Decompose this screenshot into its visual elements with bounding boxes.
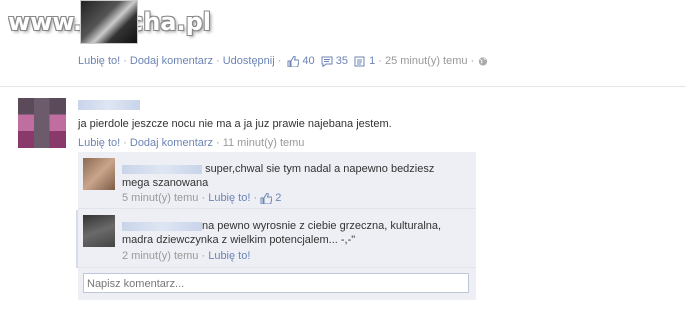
comment-bubble-icon <box>321 56 333 67</box>
post-timestamp[interactable]: 11 minut(y) temu <box>223 137 305 149</box>
comment-like-link[interactable]: Lubię to! <box>208 192 250 204</box>
comment-meta: 2 minut(y) temu · Lubię to! <box>122 250 251 262</box>
commenter-avatar[interactable] <box>83 215 115 247</box>
comment-input-box: Napisz komentarz... <box>78 267 476 300</box>
comment-time[interactable]: 5 minut(y) temu <box>122 192 198 204</box>
commenter-avatar[interactable] <box>83 158 115 190</box>
post-like-link[interactable]: Lubię to! <box>78 137 120 149</box>
comment-likes-count[interactable]: 2 <box>275 192 281 204</box>
globe-icon <box>479 56 488 66</box>
post-comment-link[interactable]: Dodaj komentarz <box>130 137 213 149</box>
comment-item: super,chwal sie tym nadal a napewno bedz… <box>78 152 476 209</box>
shared-photo[interactable] <box>80 0 138 44</box>
thumbs-up-icon <box>287 55 300 67</box>
comment-like-link[interactable]: Lubię to! <box>208 250 250 262</box>
author-name-blurred[interactable] <box>78 100 140 110</box>
add-comment-link[interactable]: Dodaj komentarz <box>130 55 213 67</box>
top-post-actions: Lubię to! · Dodaj komentarz · Udostępnij · 40… <box>78 55 492 67</box>
comments-count[interactable]: 35 <box>336 55 348 67</box>
share-link[interactable]: Udostępnij <box>223 55 275 67</box>
commenter-name-blurred[interactable] <box>122 164 202 174</box>
share-icon <box>354 56 365 67</box>
author-avatar[interactable] <box>18 98 66 148</box>
comment-item: na pewno wyrosnie z ciebie grzeczna, kul… <box>78 209 476 267</box>
likes-count[interactable]: 40 <box>302 55 314 67</box>
divider <box>0 86 686 87</box>
post-actions: Lubię to! · Dodaj komentarz · 11 minut(y) te… <box>78 137 305 149</box>
commenter-name-blurred[interactable] <box>122 221 202 231</box>
comment-meta: 5 minut(y) temu · Lubię to! · 2 <box>122 192 282 204</box>
like-link[interactable]: Lubię to! <box>78 55 120 67</box>
post-time[interactable]: 25 minut(y) temu <box>385 55 468 67</box>
comment-input[interactable]: Napisz komentarz... <box>83 273 469 293</box>
thumbs-up-icon <box>260 192 273 204</box>
shares-count[interactable]: 1 <box>369 55 375 67</box>
comment-time[interactable]: 2 minut(y) temu <box>122 250 198 262</box>
post-text: ja pierdole jeszcze nocu nie ma a ja juz… <box>78 118 392 130</box>
